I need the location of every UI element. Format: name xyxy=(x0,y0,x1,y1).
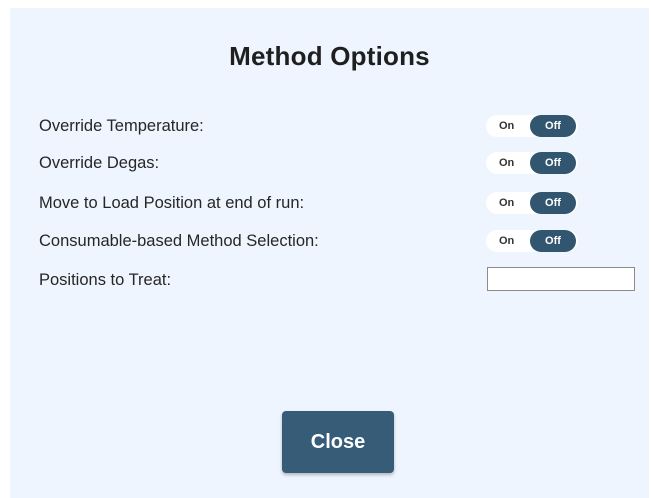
positions-to-treat-input[interactable] xyxy=(487,267,635,291)
option-label-consumable-based-method-selection: Consumable-based Method Selection: xyxy=(39,232,319,250)
move-to-load-position-toggle[interactable]: On Off xyxy=(486,192,578,214)
option-row-override-temperature: Override Temperature: On Off xyxy=(39,115,639,141)
toggle-off-knob: Off xyxy=(530,152,576,174)
option-label-override-temperature: Override Temperature: xyxy=(39,117,204,135)
option-row-positions-to-treat: Positions to Treat: xyxy=(39,267,639,295)
consumable-based-method-selection-toggle[interactable]: On Off xyxy=(486,230,578,252)
option-label-override-degas: Override Degas: xyxy=(39,154,160,172)
toggle-on-label: On xyxy=(499,235,515,247)
option-row-move-to-load-position: Move to Load Position at end of run: On … xyxy=(39,192,639,218)
option-label-move-to-load-position: Move to Load Position at end of run: xyxy=(39,194,305,212)
override-temperature-toggle[interactable]: On Off xyxy=(486,115,578,137)
option-label-positions-to-treat: Positions to Treat: xyxy=(39,271,172,289)
toggle-off-knob: Off xyxy=(530,230,576,252)
override-degas-toggle[interactable]: On Off xyxy=(486,152,578,174)
method-options-dialog: Method Options Override Temperature: On … xyxy=(10,8,649,498)
toggle-off-knob: Off xyxy=(530,115,576,137)
toggle-on-label: On xyxy=(499,120,515,132)
toggle-on-label: On xyxy=(499,157,515,169)
dialog-title: Method Options xyxy=(229,41,430,71)
option-row-consumable-based-method-selection: Consumable-based Method Selection: On Of… xyxy=(39,230,639,256)
option-row-override-degas: Override Degas: On Off xyxy=(39,152,639,178)
toggle-off-knob: Off xyxy=(530,192,576,214)
toggle-on-label: On xyxy=(499,197,515,209)
close-button[interactable]: Close xyxy=(282,411,394,473)
